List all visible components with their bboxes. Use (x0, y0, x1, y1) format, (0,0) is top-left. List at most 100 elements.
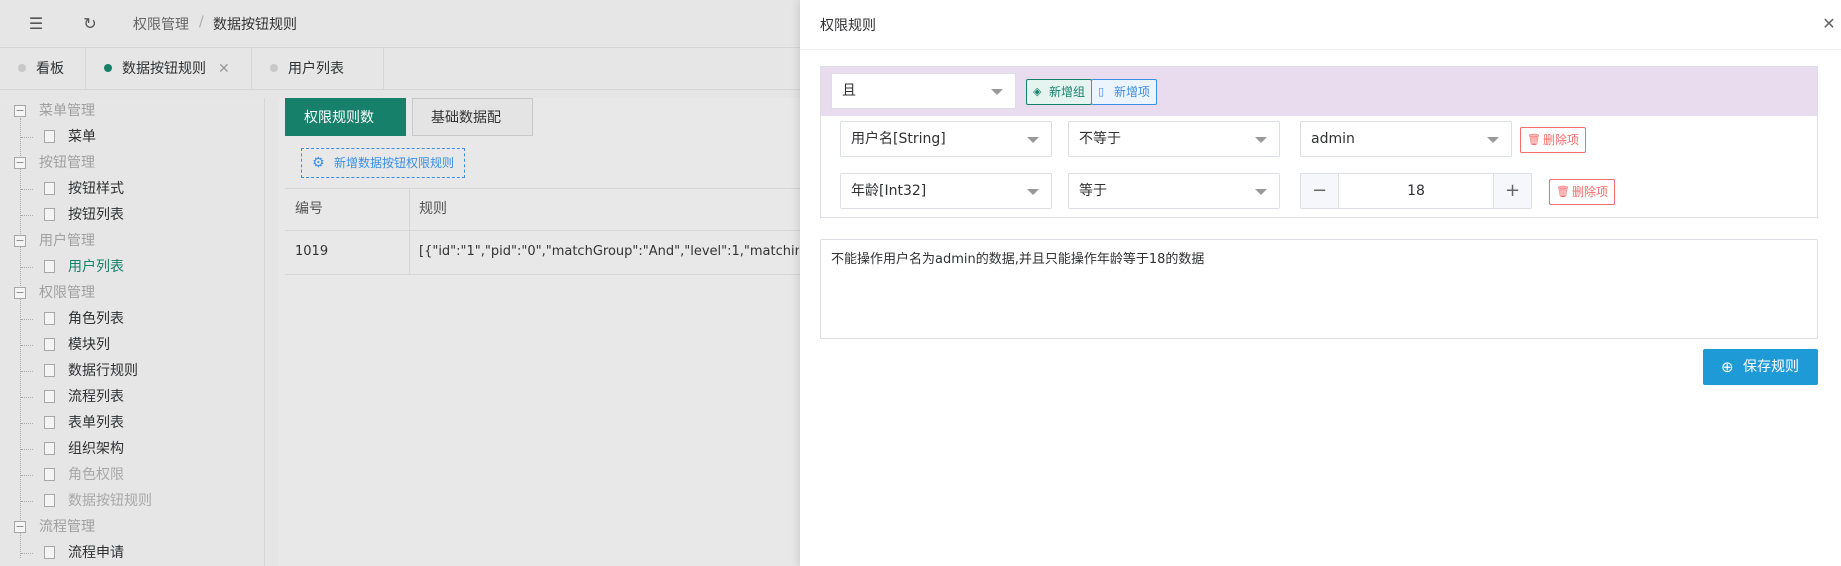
file-icon (44, 130, 55, 143)
table-cell-rule: [{"id":"1","pid":"0","matchGroup":"And",… (419, 244, 799, 259)
tree-item-label: 模块列 (68, 337, 110, 353)
operator-select[interactable]: 等于 (1068, 173, 1280, 209)
tab-label: 用户列表 (288, 61, 344, 77)
file-icon (44, 442, 55, 455)
tree-item-label: 菜单 (68, 129, 96, 145)
operator-value: 不等于 (1079, 131, 1121, 147)
close-icon[interactable]: ✕ (218, 61, 230, 77)
delete-item-button[interactable]: 🗑 删除项 (1520, 127, 1587, 153)
decrement-button[interactable]: − (1301, 174, 1339, 208)
tree-line (21, 267, 33, 268)
tree-item-data-button-rules[interactable]: 数据按钮规则 (0, 488, 265, 514)
tree-item-menu[interactable]: 菜单 (0, 124, 265, 150)
tree-group-label: 菜单管理 (39, 103, 95, 119)
tree-line (21, 449, 33, 450)
tree-item-data-row-rules[interactable]: 数据行规则 (0, 358, 265, 384)
file-icon (44, 494, 55, 507)
operator-value: 等于 (1079, 183, 1107, 199)
table-divider (285, 230, 800, 231)
document-icon: ▯ (1098, 85, 1105, 98)
tab-basic-config[interactable]: 基础数据配置 (412, 98, 533, 164)
tab-status-dot (104, 64, 112, 72)
tree-item-label: 角色权限 (68, 467, 124, 483)
field-value: 年龄[Int32] (851, 183, 927, 199)
tree-item-flow-apply[interactable]: 流程申请 (0, 540, 265, 566)
trash-icon: 🗑 (1527, 133, 1541, 146)
file-icon (44, 312, 55, 325)
field-select[interactable]: 用户名[String] (840, 121, 1052, 157)
breadcrumb-item-permission[interactable]: 权限管理 (133, 14, 189, 34)
tree-group-user[interactable]: − 用户管理 (0, 228, 265, 254)
save-rule-button[interactable]: ⊕ 保存规则 (1703, 349, 1818, 385)
tree-item-role-list[interactable]: 角色列表 (0, 306, 265, 332)
tree-line (21, 501, 33, 502)
value-select[interactable]: admin (1300, 121, 1512, 157)
collapse-icon[interactable]: − (14, 235, 26, 247)
collapse-icon[interactable]: − (14, 521, 26, 533)
tree-group-button[interactable]: − 按钮管理 (0, 150, 265, 176)
tab-data-button-rules[interactable]: 数据按钮规则 ✕ (86, 48, 252, 90)
file-icon (44, 260, 55, 273)
rule-group-header: 且 ◈ 新增组 ▯ 新增项 (821, 67, 1817, 116)
rule-description-textarea[interactable]: 不能操作用户名为admin的数据,并且只能操作年龄等于18的数据 (820, 239, 1818, 339)
tab-label: 数据按钮规则 (122, 61, 206, 77)
collapse-icon[interactable]: − (14, 105, 26, 117)
chevron-down-icon (1487, 137, 1499, 143)
stepper-value[interactable]: 18 (1339, 174, 1493, 208)
tree-group-menu[interactable]: − 菜单管理 (0, 98, 265, 124)
tree-line (21, 553, 33, 554)
tree-item-button-list[interactable]: 按钮列表 (0, 202, 265, 228)
number-stepper[interactable]: − 18 + (1300, 173, 1532, 209)
field-select[interactable]: 年龄[Int32] (840, 173, 1052, 209)
tree-line (21, 137, 33, 138)
add-item-button[interactable]: ▯ 新增项 (1091, 79, 1158, 105)
table-header-rule: 规则 (419, 201, 447, 217)
collapse-icon[interactable]: − (14, 287, 26, 299)
tree-group-label: 权限管理 (39, 285, 95, 301)
add-item-label: 新增项 (1114, 85, 1151, 99)
tree-item-user-list[interactable]: 用户列表 (0, 254, 265, 280)
collapse-icon[interactable]: − (14, 157, 26, 169)
group-logic-select[interactable]: 且 (831, 73, 1016, 109)
tree-group-flow[interactable]: − 流程管理 (0, 514, 265, 540)
file-icon (44, 416, 55, 429)
tab-dashboard[interactable]: 看板 (0, 48, 86, 90)
close-icon[interactable]: ✕ (1817, 12, 1841, 36)
file-icon (44, 208, 55, 221)
tree-line (21, 371, 33, 372)
tree-item-label: 数据按钮规则 (68, 493, 152, 509)
tree-group-permission[interactable]: − 权限管理 (0, 280, 265, 306)
gear-icon: ⚙ (312, 155, 325, 171)
plus-circle-icon: ⊕ (1721, 358, 1734, 376)
file-icon (44, 182, 55, 195)
tree-item-label: 角色列表 (68, 311, 124, 327)
delete-item-button[interactable]: 🗑 删除项 (1549, 179, 1616, 205)
tree-line (21, 345, 33, 346)
tree-group-label: 用户管理 (39, 233, 95, 249)
delete-item-label: 删除项 (1572, 185, 1609, 199)
add-rule-button[interactable]: ⚙ 新增数据按钮权限规则 (301, 148, 466, 178)
table-cell-id: 1019 (295, 244, 329, 259)
tab-rule-data[interactable]: 权限规则数据 (285, 98, 406, 164)
refresh-icon[interactable]: ↻ (78, 12, 102, 36)
file-icon (44, 468, 55, 481)
chevron-down-icon (1255, 189, 1267, 195)
table-divider (285, 274, 800, 275)
menu-toggle-icon[interactable]: ☰ (24, 12, 48, 36)
tree-item-role-permission[interactable]: 角色权限 (0, 462, 265, 488)
tree-item-label: 按钮列表 (68, 207, 124, 223)
tree-item-module-list[interactable]: 模块列 (0, 332, 265, 358)
add-group-button[interactable]: ◈ 新增组 (1026, 79, 1093, 105)
tree-item-form-list[interactable]: 表单列表 (0, 410, 265, 436)
tree-item-button-style[interactable]: 按钮样式 (0, 176, 265, 202)
tree-item-label: 组织架构 (68, 441, 124, 457)
operator-select[interactable]: 不等于 (1068, 121, 1280, 157)
chevron-down-icon (1027, 137, 1039, 143)
file-icon (44, 546, 55, 559)
tree-group-label: 按钮管理 (39, 155, 95, 171)
tree-item-org-structure[interactable]: 组织架构 (0, 436, 265, 462)
tree-item-flow-list[interactable]: 流程列表 (0, 384, 265, 410)
chevron-down-icon (1255, 137, 1267, 143)
tab-user-list[interactable]: 用户列表✕ (252, 48, 384, 119)
increment-button[interactable]: + (1493, 174, 1531, 208)
